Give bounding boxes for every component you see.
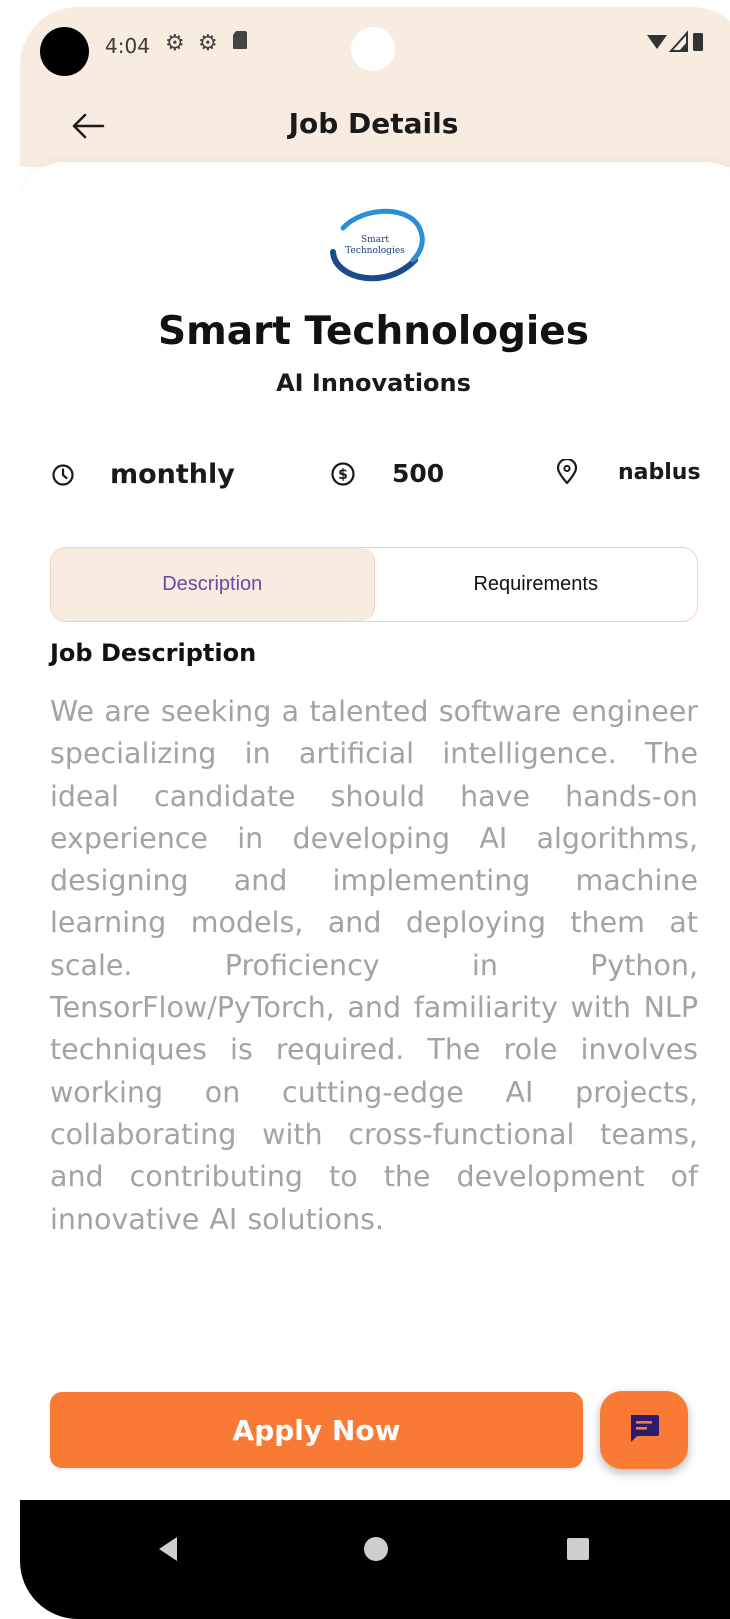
signal-status (645, 29, 705, 61)
sd-card-icon (232, 29, 248, 59)
camera-cutout (40, 27, 89, 76)
square-recents-icon (565, 1538, 591, 1566)
salary-amount-label: 500 (392, 459, 445, 488)
job-location: nablus (554, 459, 701, 485)
svg-text:Smart: Smart (361, 235, 389, 245)
nav-home-button[interactable] (362, 1535, 390, 1567)
job-description-text: We are seeking a talented software engin… (50, 695, 698, 1236)
dollar-icon: $ (330, 461, 356, 487)
tab-requirements[interactable]: Requirements (375, 548, 698, 621)
apply-now-button[interactable]: Apply Now (50, 1392, 583, 1468)
company-logo: Smart Technologies (315, 202, 425, 286)
clock-icon (50, 462, 76, 488)
svg-text:Technologies: Technologies (345, 246, 405, 256)
phone-screen: 4:04 ⚙ ⚙ Job Details Smart Technologies (20, 7, 730, 1619)
section-title: Job Description (50, 639, 257, 667)
circle-home-icon (362, 1537, 390, 1567)
chat-button[interactable] (600, 1391, 688, 1469)
wifi-icon (647, 35, 667, 49)
battery-icon (693, 33, 703, 51)
nav-recents-button[interactable] (565, 1536, 591, 1566)
gear-icon: ⚙ (198, 31, 218, 56)
nav-back-button[interactable] (155, 1534, 181, 1568)
tab-description[interactable]: Description (51, 548, 375, 621)
triangle-back-icon (155, 1537, 181, 1568)
detail-tabs: Description Requirements (50, 547, 698, 622)
salary-amount: $ 500 (330, 459, 444, 488)
company-name: Smart Technologies (158, 309, 589, 354)
location-pin-icon (554, 459, 580, 485)
salary-period-label: monthly (110, 459, 235, 490)
svg-text:$: $ (338, 467, 348, 483)
page-title: Job Details (288, 107, 459, 140)
front-sensor (351, 27, 395, 71)
chat-icon (627, 1412, 661, 1448)
location-label: nablus (618, 459, 701, 485)
salary-period: monthly (50, 459, 235, 490)
status-time: 4:04 (105, 34, 150, 58)
gear-icon: ⚙ (165, 31, 185, 56)
department-name: AI Innovations (276, 369, 471, 397)
